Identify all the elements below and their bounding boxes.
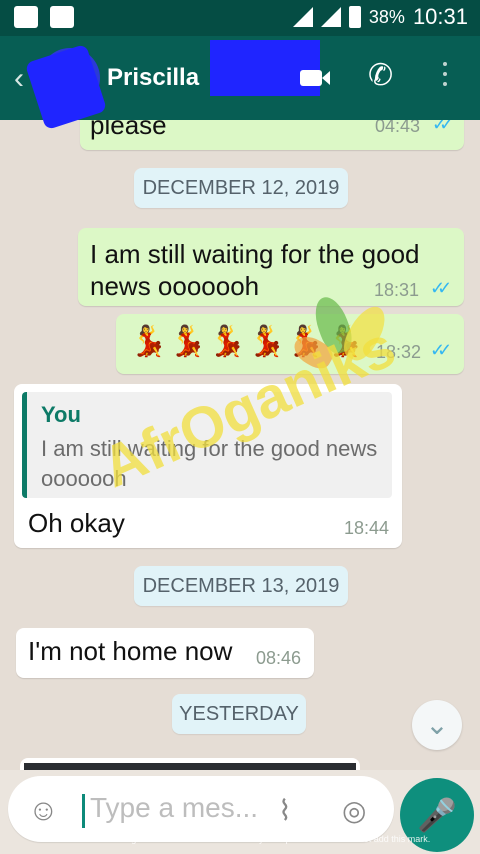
- mic-icon: 🎤: [417, 797, 457, 833]
- text-cursor: [82, 794, 85, 828]
- message-bubble[interactable]: please 04:43 ✓✓: [80, 120, 464, 150]
- quoted-author: You: [41, 402, 81, 427]
- battery-level: 38%: [368, 6, 405, 27]
- camera-icon[interactable]: ◎: [342, 794, 366, 827]
- emoji-icon[interactable]: ☺: [28, 794, 59, 828]
- clock: 10:31: [412, 4, 468, 29]
- message-input[interactable]: ☺ Type a mes... ⌇ ◎: [8, 776, 394, 842]
- message-time: 08:46: [256, 648, 302, 668]
- image-notification-icon: [50, 6, 74, 28]
- signal-icon-2: [320, 7, 341, 27]
- date-separator: DECEMBER 13, 2019: [134, 566, 348, 606]
- footer-notice: Processed using the free version of Wate…: [69, 834, 431, 844]
- message-text: Oh okay: [28, 508, 125, 538]
- read-receipt-icon: ✓✓: [430, 340, 452, 360]
- message-time: 04:43: [375, 120, 421, 136]
- input-placeholder: Type a mes...: [90, 792, 259, 823]
- back-arrow-icon[interactable]: ‹: [14, 62, 24, 96]
- message-bubble[interactable]: I'm not home now 08:46: [16, 628, 314, 678]
- battery-icon: [348, 6, 361, 28]
- chat-area: please 04:43 ✓✓ DECEMBER 12, 2019 I am s…: [0, 120, 480, 770]
- chat-notification-icon: [14, 6, 38, 28]
- date-separator: YESTERDAY: [172, 694, 306, 734]
- date-separator: DECEMBER 12, 2019: [134, 168, 348, 208]
- chat-header: ‹ Priscilla ✆: [0, 36, 480, 131]
- attach-icon[interactable]: ⌇: [278, 794, 292, 827]
- redaction-bar: [210, 40, 320, 96]
- contact-name[interactable]: Priscilla: [107, 64, 199, 92]
- message-bubble[interactable]: I am still waiting for the good news ooo…: [78, 228, 464, 306]
- message-text: please: [90, 120, 167, 140]
- redaction-scribble: [24, 43, 108, 131]
- media-thumbnail[interactable]: [24, 763, 356, 770]
- read-receipt-icon: ✓✓: [430, 278, 452, 298]
- video-call-icon[interactable]: [300, 70, 330, 86]
- status-bar: 38% 10:31: [0, 0, 480, 36]
- menu-icon[interactable]: [440, 62, 450, 92]
- scroll-down-button[interactable]: ⌄: [412, 700, 462, 750]
- message-time: 18:31: [374, 280, 420, 300]
- message-time: 18:44: [344, 518, 390, 538]
- signal-icon: [292, 7, 313, 27]
- phone-icon[interactable]: ✆: [368, 60, 400, 92]
- read-receipt-icon: ✓✓: [432, 120, 454, 134]
- message-text: I'm not home now: [28, 636, 233, 666]
- chevron-down-icon: ⌄: [425, 709, 449, 740]
